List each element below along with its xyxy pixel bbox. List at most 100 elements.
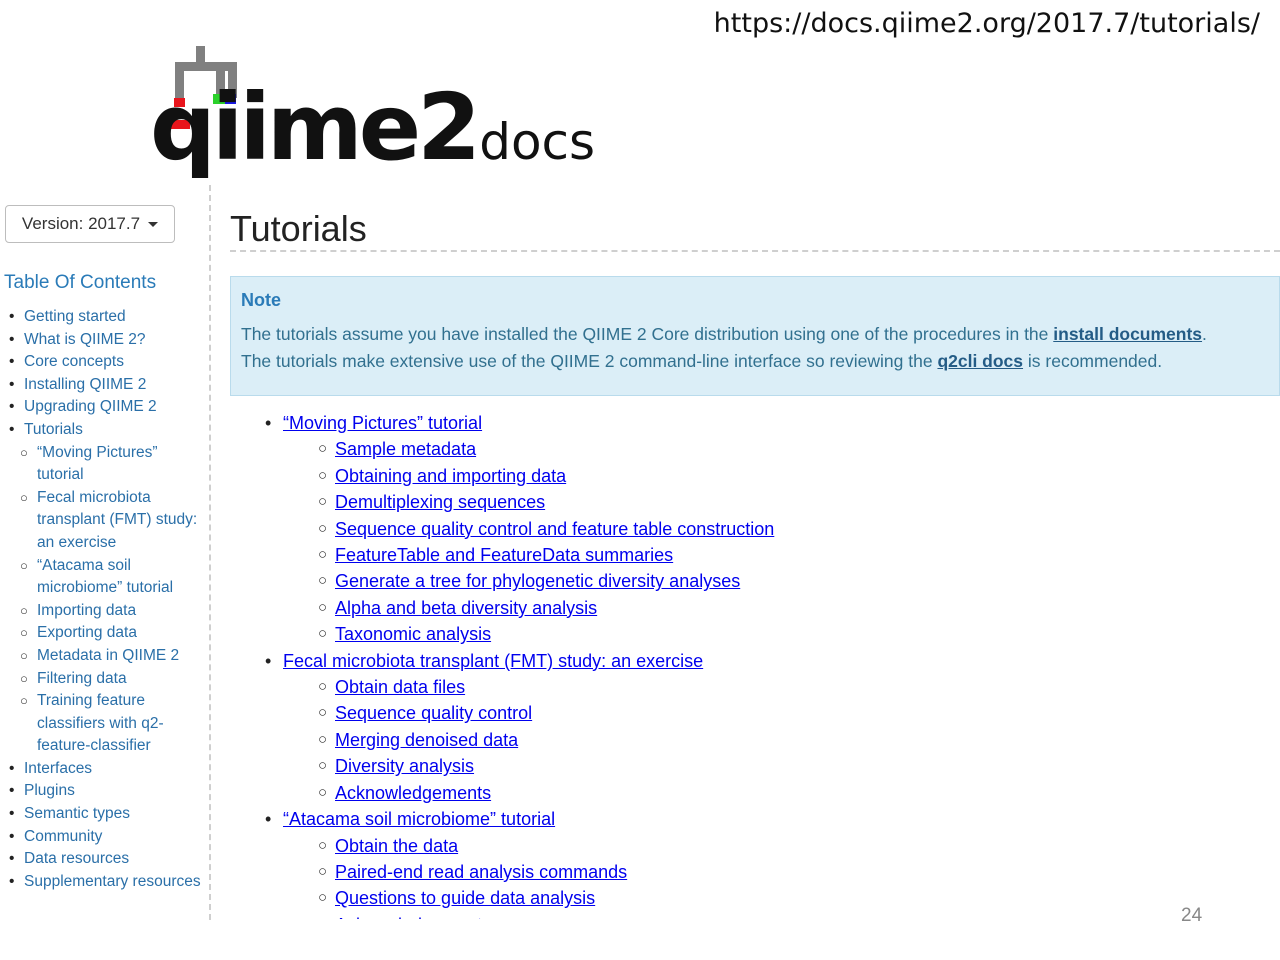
tutorial-list-items: “Moving Pictures” tutorial Sample metadat… (265, 410, 774, 919)
toc-item: Data resources (0, 848, 205, 871)
toc-item: Importing data (0, 600, 205, 623)
toc-link[interactable]: Getting started (24, 308, 126, 325)
tutorial-item: Questions to guide data analysis (265, 885, 774, 912)
tutorial-link[interactable]: “Moving Pictures” tutorial (283, 413, 482, 433)
tutorial-item: FeatureTable and FeatureData summaries (265, 542, 774, 569)
toc-link[interactable]: Plugins (24, 782, 75, 799)
toc-item: Fecal microbiota transplant (FMT) study:… (0, 487, 205, 555)
toc-link[interactable]: Supplementary resources (24, 873, 201, 890)
tutorial-link[interactable]: Generate a tree for phylogenetic diversi… (335, 571, 740, 591)
tutorial-item: Alpha and beta diversity analysis (265, 595, 774, 622)
tutorial-item: Acknowledgements (265, 912, 774, 919)
toc-link[interactable]: Core concepts (24, 353, 124, 370)
page-title: Tutorials (230, 208, 367, 249)
tutorial-link[interactable]: Paired-end read analysis commands (335, 862, 627, 882)
toc-item: Core concepts (0, 351, 205, 374)
toc-link[interactable]: Upgrading QIIME 2 (24, 398, 157, 415)
note-line2-text: The tutorials make extensive use of the … (241, 350, 938, 371)
toc-item: Upgrading QIIME 2 (0, 396, 205, 419)
toc-link[interactable]: “Moving Pictures” tutorial (37, 444, 158, 484)
tutorial-link[interactable]: Diversity analysis (335, 756, 474, 776)
toc-link[interactable]: Interfaces (24, 760, 92, 777)
tutorial-link[interactable]: Acknowledgements (335, 783, 491, 803)
toc-item: Tutorials (0, 419, 205, 442)
toc-item: “Atacama soil microbiome” tutorial (0, 555, 205, 600)
page-number: 24 (1181, 905, 1203, 926)
version-label: Version: 2017.7 (21, 214, 141, 233)
toc-item: Getting started (0, 306, 205, 329)
toc-link[interactable]: Installing QIIME 2 (24, 376, 146, 393)
tutorial-item: Obtaining and importing data (265, 463, 774, 490)
install-documents-link[interactable]: install documents (1053, 324, 1202, 344)
toc-title: Table Of Contents (4, 272, 157, 293)
note-line2-end: is recommended. (1023, 350, 1163, 371)
note-line1-end: . (1202, 324, 1207, 344)
qiime2-docs-logo[interactable]: qiime2 docs (150, 42, 595, 182)
toc-link[interactable]: Tutorials (24, 421, 83, 438)
tutorial-link[interactable]: Sequence quality control and feature tab… (335, 519, 774, 539)
tutorial-item: Sequence quality control and feature tab… (265, 516, 774, 543)
tutorial-list: “Moving Pictures” tutorial Sample metadat… (265, 410, 774, 919)
logo-wordmark: qiime2 docs (150, 82, 595, 182)
tutorial-list-viewport: “Moving Pictures” tutorial Sample metadat… (230, 410, 1280, 919)
caret-down-icon (148, 221, 159, 227)
tutorial-link[interactable]: Sequence quality control (335, 703, 532, 723)
toc-link[interactable]: Data resources (24, 850, 129, 867)
toc-item: Interfaces (0, 758, 205, 781)
toc-item: Plugins (0, 780, 205, 803)
tutorial-item: “Moving Pictures” tutorial (265, 410, 774, 437)
toc-item: Supplementary resources (0, 871, 205, 894)
tutorial-link[interactable]: “Atacama soil microbiome” tutorial (283, 809, 555, 829)
url-text: https://docs.qiime2.org/2017.7/tutorials… (713, 8, 1260, 39)
tutorial-item: Fecal microbiota transplant (FMT) study:… (265, 648, 774, 675)
toc-item: “Moving Pictures” tutorial (0, 442, 205, 487)
tutorial-item: Merging denoised data (265, 727, 774, 754)
q2cli-docs-link[interactable]: q2cli docs (937, 351, 1023, 371)
toc-link[interactable]: Community (24, 828, 102, 845)
toc-item: Metadata in QIIME 2 (0, 645, 205, 668)
tutorial-item: Generate a tree for phylogenetic diversi… (265, 568, 774, 595)
toc-item: Semantic types (0, 803, 205, 826)
tutorial-link[interactable]: FeatureTable and FeatureData summaries (335, 545, 673, 565)
tutorial-item: Paired-end read analysis commands (265, 859, 774, 886)
tutorial-item: Demultiplexing sequences (265, 489, 774, 516)
toc-item: What is QIIME 2? (0, 329, 205, 352)
tutorial-link[interactable]: Taxonomic analysis (335, 624, 491, 644)
tutorial-link[interactable]: Acknowledgements (335, 915, 491, 919)
tutorial-link[interactable]: Questions to guide data analysis (335, 888, 595, 908)
tutorial-link[interactable]: Demultiplexing sequences (335, 492, 545, 512)
toc-nav: Getting started What is QIIME 2? Core conc… (0, 306, 205, 893)
tutorial-item: “Atacama soil microbiome” tutorial (265, 806, 774, 833)
tutorial-link[interactable]: Sample metadata (335, 439, 476, 459)
toc-item: Training feature classifiers with q2-fea… (0, 690, 205, 758)
tutorial-link[interactable]: Alpha and beta diversity analysis (335, 598, 597, 618)
tutorial-item: Sequence quality control (265, 700, 774, 727)
tutorial-item: Sample metadata (265, 436, 774, 463)
title-divider (230, 250, 1280, 252)
tutorial-item: Taxonomic analysis (265, 621, 774, 648)
toc-item: Installing QIIME 2 (0, 374, 205, 397)
toc-link[interactable]: Metadata in QIIME 2 (37, 647, 179, 664)
version-dropdown[interactable]: Version: 2017.7 (5, 205, 175, 243)
toc-link[interactable]: Exporting data (37, 624, 137, 641)
note-line1-text: The tutorials assume you have installed … (241, 324, 1054, 344)
toc-link[interactable]: Semantic types (24, 805, 130, 822)
tutorial-item: Obtain the data (265, 833, 774, 860)
note-box: Note The tutorials assume you have insta… (230, 276, 1280, 396)
toc-link[interactable]: Training feature classifiers with q2-fea… (37, 692, 164, 754)
tutorial-link[interactable]: Fecal microbiota transplant (FMT) study:… (283, 651, 703, 671)
note-text: The tutorials assume you have installed … (241, 321, 1280, 374)
toc-link[interactable]: Importing data (37, 602, 136, 619)
tutorial-link[interactable]: Obtain the data (335, 836, 458, 856)
tutorial-link[interactable]: Obtaining and importing data (335, 466, 566, 486)
tutorial-item: Obtain data files (265, 674, 774, 701)
toc-link[interactable]: “Atacama soil microbiome” tutorial (37, 557, 173, 597)
toc-item: Community (0, 826, 205, 849)
toc-link[interactable]: What is QIIME 2? (24, 331, 145, 348)
logo-main-text: qiime2 (150, 74, 481, 181)
tutorial-link[interactable]: Merging denoised data (335, 730, 518, 750)
tutorial-link[interactable]: Obtain data files (335, 677, 465, 697)
sidebar-divider (209, 185, 211, 920)
toc-link[interactable]: Filtering data (37, 670, 127, 687)
toc-link[interactable]: Fecal microbiota transplant (FMT) study:… (37, 489, 197, 551)
